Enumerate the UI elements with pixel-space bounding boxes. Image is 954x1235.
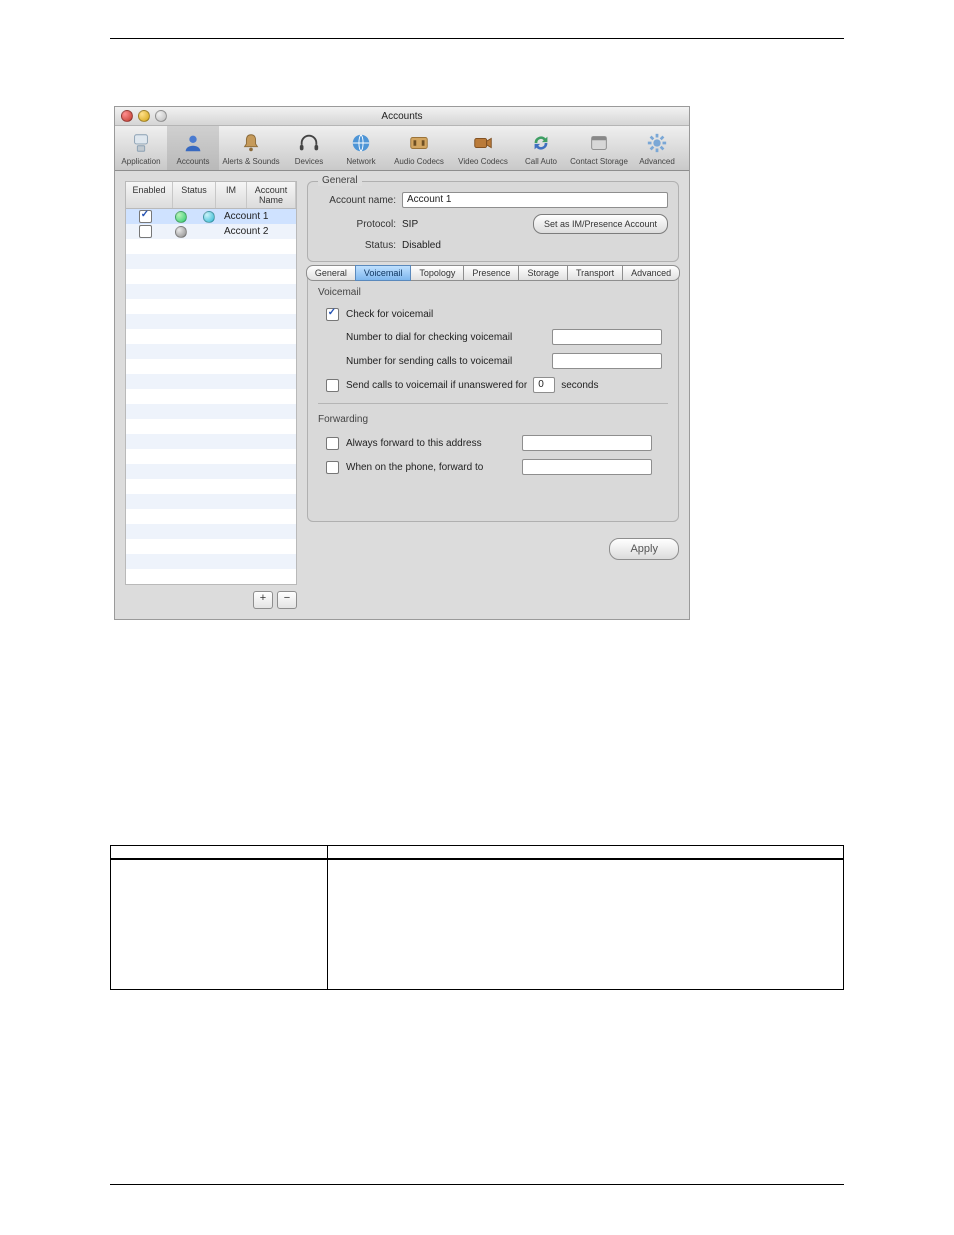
toolbar-alerts-sounds[interactable]: Alerts & Sounds — [219, 126, 283, 170]
detail-groupbox: General Voicemail Topology Presence Stor… — [307, 272, 679, 522]
toolbar-application[interactable]: Application — [115, 126, 167, 170]
account-name-input[interactable]: Account 1 — [402, 192, 668, 208]
tab-voicemail[interactable]: Voicemail — [355, 265, 412, 281]
toolbar-label: Audio Codecs — [394, 157, 444, 166]
forwarding-section-title: Forwarding — [318, 414, 668, 425]
toolbar-label: Accounts — [177, 157, 210, 166]
refresh-icon — [529, 131, 553, 155]
dial-number-label: Number to dial for checking voicemail — [346, 332, 546, 343]
toolbar-label: Video Codecs — [458, 157, 508, 166]
headset-icon — [297, 131, 321, 155]
toolbar: Application Accounts Alerts & Sounds Dev… — [115, 126, 689, 171]
unanswered-label-pre: Send calls to voicemail if unanswered fo… — [346, 380, 527, 391]
account-name-cell: Account 2 — [220, 226, 296, 237]
general-groupbox: General Account name: Account 1 Protocol… — [307, 181, 679, 262]
minimize-icon[interactable] — [138, 110, 150, 122]
account-name-label: Account name: — [318, 195, 402, 206]
busy-forward-input[interactable] — [522, 459, 652, 475]
window-title: Accounts — [115, 111, 689, 122]
accounts-icon — [181, 131, 205, 155]
unanswered-checkbox[interactable] — [326, 379, 339, 392]
check-for-voicemail-label: Check for voicemail — [346, 309, 433, 320]
titlebar: Accounts — [115, 107, 689, 126]
storage-icon — [587, 131, 611, 155]
status-value: Disabled — [402, 240, 668, 251]
enabled-checkbox[interactable] — [139, 210, 152, 223]
doc-table-header-desc — [328, 846, 844, 860]
send-number-input[interactable] — [552, 353, 662, 369]
toolbar-label: Network — [346, 157, 375, 166]
accounts-list-header: Enabled Status IM Account Name — [125, 181, 297, 208]
toolbar-label: Advanced — [639, 157, 675, 166]
col-status[interactable]: Status — [173, 182, 216, 208]
account-row[interactable]: Account 2 — [126, 224, 296, 239]
accounts-list: Account 1 Account 2 — [125, 208, 297, 585]
doc-field-table — [110, 845, 844, 990]
toolbar-devices[interactable]: Devices — [283, 126, 335, 170]
tab-general[interactable]: General — [306, 265, 356, 281]
toolbar-advanced[interactable]: Advanced — [631, 126, 683, 170]
toolbar-label: Devices — [295, 157, 323, 166]
toolbar-label: Application — [121, 157, 160, 166]
col-account-name[interactable]: Account Name — [247, 182, 296, 208]
account-row[interactable]: Account 1 — [126, 209, 296, 224]
doc-table-header-field — [111, 846, 328, 860]
busy-forward-label: When on the phone, forward to — [346, 462, 516, 473]
tab-topology[interactable]: Topology — [410, 265, 464, 281]
unanswered-label-post: seconds — [561, 380, 598, 391]
bell-icon — [239, 131, 263, 155]
always-forward-input[interactable] — [522, 435, 652, 451]
tab-storage[interactable]: Storage — [518, 265, 568, 281]
set-im-presence-button[interactable]: Set as IM/Presence Account — [533, 214, 668, 234]
always-forward-label: Always forward to this address — [346, 438, 516, 449]
toolbar-label: Contact Storage — [570, 157, 628, 166]
tab-advanced[interactable]: Advanced — [622, 265, 680, 281]
tab-transport[interactable]: Transport — [567, 265, 623, 281]
zoom-icon[interactable] — [155, 110, 167, 122]
status-label: Status: — [318, 240, 402, 251]
account-name-cell: Account 1 — [220, 211, 296, 222]
check-for-voicemail-checkbox[interactable] — [326, 308, 339, 321]
apply-button[interactable]: Apply — [609, 538, 679, 560]
send-number-label: Number for sending calls to voicemail — [346, 356, 546, 367]
im-indicator-icon — [203, 211, 215, 223]
close-icon[interactable] — [121, 110, 133, 122]
status-indicator-icon — [175, 211, 187, 223]
toolbar-video-codecs[interactable]: Video Codecs — [451, 126, 515, 170]
add-account-button[interactable]: + — [253, 591, 273, 609]
video-icon — [471, 131, 495, 155]
col-im[interactable]: IM — [216, 182, 247, 208]
toolbar-label: Call Auto — [525, 157, 557, 166]
toolbar-audio-codecs[interactable]: Audio Codecs — [387, 126, 451, 170]
doc-table-cell — [111, 859, 328, 989]
remove-account-button[interactable]: − — [277, 591, 297, 609]
doc-table-cell — [328, 859, 844, 989]
toolbar-accounts[interactable]: Accounts — [167, 126, 219, 170]
toolbar-contact-storage[interactable]: Contact Storage — [567, 126, 631, 170]
globe-icon — [349, 131, 373, 155]
protocol-label: Protocol: — [318, 219, 402, 230]
general-title: General — [318, 175, 362, 186]
toolbar-network[interactable]: Network — [335, 126, 387, 170]
tab-presence[interactable]: Presence — [463, 265, 519, 281]
detail-tabs: General Voicemail Topology Presence Stor… — [316, 265, 670, 281]
busy-forward-checkbox[interactable] — [326, 461, 339, 474]
always-forward-checkbox[interactable] — [326, 437, 339, 450]
preferences-window: Accounts Application Accounts Alerts & S… — [114, 106, 690, 620]
status-indicator-icon — [175, 226, 187, 238]
col-enabled[interactable]: Enabled — [126, 182, 173, 208]
application-icon — [129, 131, 153, 155]
audio-icon — [407, 131, 431, 155]
voicemail-section-title: Voicemail — [318, 287, 668, 298]
enabled-checkbox[interactable] — [139, 225, 152, 238]
unanswered-seconds-input[interactable]: 0 — [533, 377, 555, 393]
protocol-value: SIP — [402, 219, 533, 230]
toolbar-call-auto[interactable]: Call Auto — [515, 126, 567, 170]
toolbar-label: Alerts & Sounds — [222, 157, 279, 166]
dial-number-input[interactable] — [552, 329, 662, 345]
gear-icon — [645, 131, 669, 155]
